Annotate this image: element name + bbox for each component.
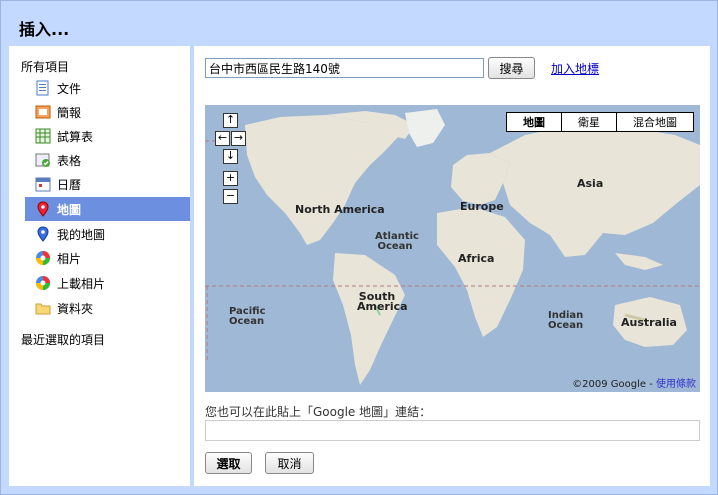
map-type-selector: 地圖 衛星 混合地圖 [506,112,694,132]
map-type-satellite[interactable]: 衛星 [561,113,616,131]
sidebar-item-documents[interactable]: 文件 [25,76,190,100]
spreadsheet-icon [35,128,51,144]
document-icon [35,80,51,96]
sidebar-item-label: 文件 [57,81,82,96]
address-search-input[interactable] [205,58,484,78]
copyright-text: ©2009 Google - [572,379,656,390]
form-icon [35,152,51,168]
insert-dialog: 插入... 所有項目 文件 簡報 試算表 表格 日曆 地圖 我的地圖 相片 上載… [0,0,718,495]
sidebar-heading-recent[interactable]: 最近選取的項目 [21,331,105,348]
sidebar-item-label: 試算表 [57,129,94,144]
sidebar-item-folders[interactable]: 資料夾 [25,296,190,320]
sidebar-item-label: 我的地圖 [57,227,106,242]
sidebar-item-my-maps[interactable]: 我的地圖 [25,222,190,246]
sidebar-item-label: 資料夾 [57,301,94,316]
sidebar-item-calendar[interactable]: 日曆 [25,172,190,196]
search-button[interactable]: 搜尋 [488,57,535,79]
sidebar-item-label: 簡報 [57,105,82,120]
sidebar-item-presentations[interactable]: 簡報 [25,100,190,124]
sidebar-item-label: 日曆 [57,177,82,192]
calendar-icon [35,176,51,192]
map-type-hybrid[interactable]: 混合地圖 [616,113,693,131]
sidebar-heading-all[interactable]: 所有項目 [21,58,69,75]
map-view[interactable]: North America Atlantic Ocean Europe Asia… [205,105,700,392]
upload-photos-icon [35,275,51,291]
sidebar: 所有項目 文件 簡報 試算表 表格 日曆 地圖 我的地圖 相片 上載相片 資料夾… [9,46,190,486]
pan-down-icon[interactable]: ↓ [223,149,238,164]
map-type-map[interactable]: 地圖 [507,113,561,131]
pan-left-icon[interactable]: ← [215,131,230,146]
paste-link-hint: 您也可以在此貼上「Google 地圖」連結： [205,405,432,419]
my-map-pin-icon [35,226,51,242]
map-label-north-america: North America [295,203,385,216]
sidebar-item-upload-photos[interactable]: 上載相片 [25,271,190,295]
map-label-africa: Africa [458,252,495,265]
presentation-icon [35,104,51,120]
zoom-in-icon[interactable]: + [223,171,238,186]
sidebar-item-maps[interactable]: 地圖 [25,197,190,221]
sidebar-item-spreadsheets[interactable]: 試算表 [25,124,190,148]
sidebar-item-label: 地圖 [57,202,82,217]
world-map-graphic [205,109,700,385]
sidebar-item-forms[interactable]: 表格 [25,148,190,172]
map-label-atlantic: Atlantic Ocean [375,231,419,252]
sidebar-item-label: 相片 [57,251,82,266]
sidebar-item-label: 上載相片 [57,276,106,291]
terms-link[interactable]: 使用條款 [656,379,696,390]
main-panel: 搜尋 加入地標 [194,46,710,486]
map-label-indian: Indian Ocean [548,310,584,331]
map-label-south-america: South America [357,290,408,313]
map-label-europe: Europe [460,200,504,213]
photos-icon [35,250,51,266]
map-link-input[interactable] [205,420,700,441]
dialog-title: 插入... [19,20,70,39]
map-pin-icon [35,201,51,217]
pan-up-icon[interactable]: ↑ [223,113,238,128]
zoom-out-icon[interactable]: − [223,189,238,204]
map-label-australia: Australia [621,316,677,329]
map-copyright: ©2009 Google - 使用條款 [572,375,696,390]
map-label-asia: Asia [577,177,604,190]
pan-right-icon[interactable]: → [231,131,246,146]
folder-icon [35,300,51,316]
sidebar-item-photos[interactable]: 相片 [25,246,190,270]
map-label-pacific: Pacific Ocean [229,306,266,327]
cancel-button[interactable]: 取消 [265,452,314,474]
select-button[interactable]: 選取 [205,452,252,474]
add-marker-link[interactable]: 加入地標 [551,60,599,77]
sidebar-item-label: 表格 [57,153,82,168]
